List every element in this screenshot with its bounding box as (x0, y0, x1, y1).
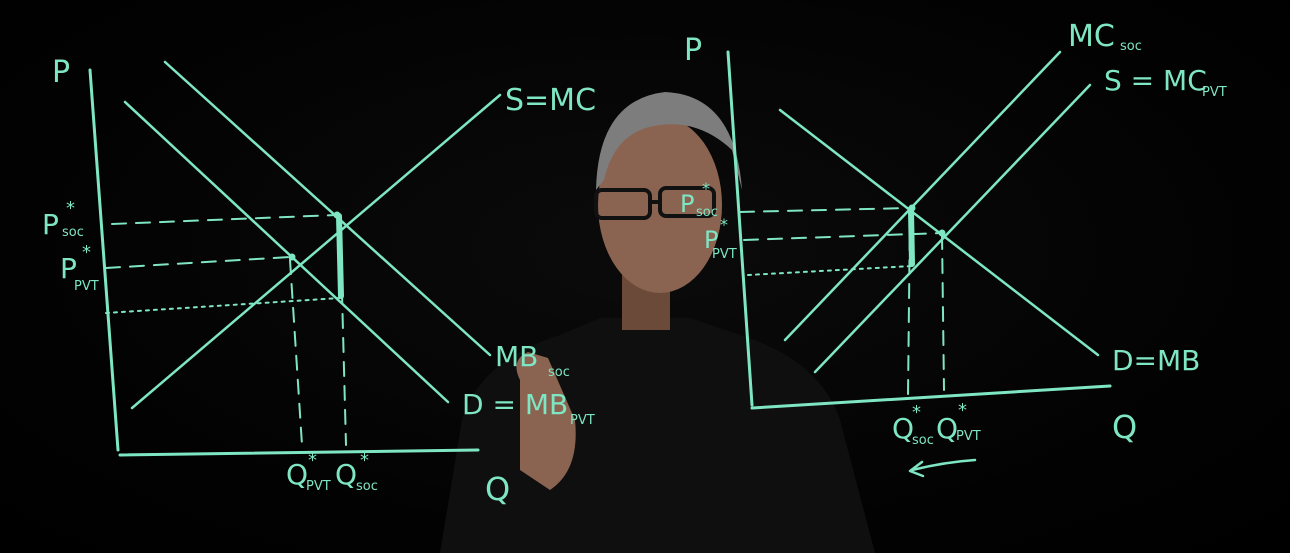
left-dotted-line (105, 297, 341, 314)
left-p-soc-dashed (111, 214, 337, 225)
right-supply-pvt-curve (813, 83, 1092, 374)
right-q-pvt-star: * (958, 400, 967, 421)
left-demand-label: D = MB (462, 388, 568, 421)
left-p-soc-label: P (42, 208, 59, 241)
left-axis-p-label: P (52, 55, 70, 90)
left-axis-q-label: Q (485, 470, 510, 508)
left-demand-pvt-curve (123, 100, 450, 404)
right-q-pvt-label: Q (936, 412, 958, 445)
left-q-axis (118, 448, 480, 457)
right-p-soc-sub: soc (696, 205, 718, 220)
right-supply-sub: PVT (1202, 85, 1227, 100)
right-q-soc-label: Q (892, 412, 914, 445)
right-q-pvt-sub: PVT (956, 429, 981, 444)
right-mc-soc-sub: soc (1120, 39, 1142, 54)
left-wedge-bar (336, 213, 344, 299)
left-p-pvt-star: * (82, 242, 91, 263)
left-p-soc-star: * (66, 198, 75, 219)
right-q-pvt-dashed (941, 234, 945, 391)
right-mc-soc-label: MC (1068, 19, 1115, 54)
right-p-soc-label: P (680, 190, 694, 218)
left-mb-soc-curve (163, 60, 492, 357)
right-soc-point (908, 204, 916, 212)
left-soc-point (333, 211, 341, 219)
left-supply-label: S=MC (505, 83, 596, 118)
left-arrow-icon (908, 458, 977, 478)
left-p-pvt-sub: PVT (74, 279, 99, 294)
right-axis-p-label: P (684, 33, 702, 68)
right-q-soc-star: * (912, 402, 921, 423)
left-supply-curve (130, 93, 502, 410)
left-q-soc-sub: soc (356, 479, 378, 494)
left-q-pvt-sub: PVT (306, 479, 331, 494)
right-q-soc-sub: soc (912, 433, 934, 448)
left-q-pvt-dashed (289, 259, 303, 446)
left-demand-sub: PVT (570, 413, 595, 428)
right-p-soc-dashed (739, 207, 911, 213)
left-mb-soc-sub: soc (548, 365, 570, 380)
right-p-soc-star: * (702, 179, 710, 198)
right-p-pvt-star: * (720, 215, 728, 234)
left-q-soc-label: Q (335, 458, 357, 491)
right-dotted-line (747, 265, 913, 276)
left-p-soc-sub: soc (62, 225, 84, 240)
left-q-pvt-label: Q (286, 458, 308, 491)
right-axis-q-label: Q (1112, 408, 1137, 446)
right-supply-label: S = MC (1104, 64, 1207, 97)
right-wedge-bar (908, 207, 915, 267)
right-p-pvt-sub: PVT (712, 247, 737, 262)
left-mb-soc-label: MB (495, 340, 538, 373)
right-pvt-point (938, 229, 946, 237)
lightboard-diagrams: P Q S=MC MB soc D = MB PVT P soc * P PVT… (42, 19, 1227, 553)
left-q-pvt-star: * (308, 450, 317, 471)
left-q-soc-star: * (360, 450, 369, 471)
left-p-axis (88, 68, 120, 452)
right-graph: P Q MC soc S = MC PVT D=MB P soc * P PVT… (680, 19, 1227, 478)
left-pvt-point (288, 253, 296, 261)
lightboard-video-frame: P Q S=MC MB soc D = MB PVT P soc * P PVT… (0, 0, 1290, 553)
right-mc-soc-curve (783, 50, 1062, 342)
right-demand-label: D=MB (1112, 344, 1200, 377)
left-p-pvt-dashed (105, 256, 291, 269)
